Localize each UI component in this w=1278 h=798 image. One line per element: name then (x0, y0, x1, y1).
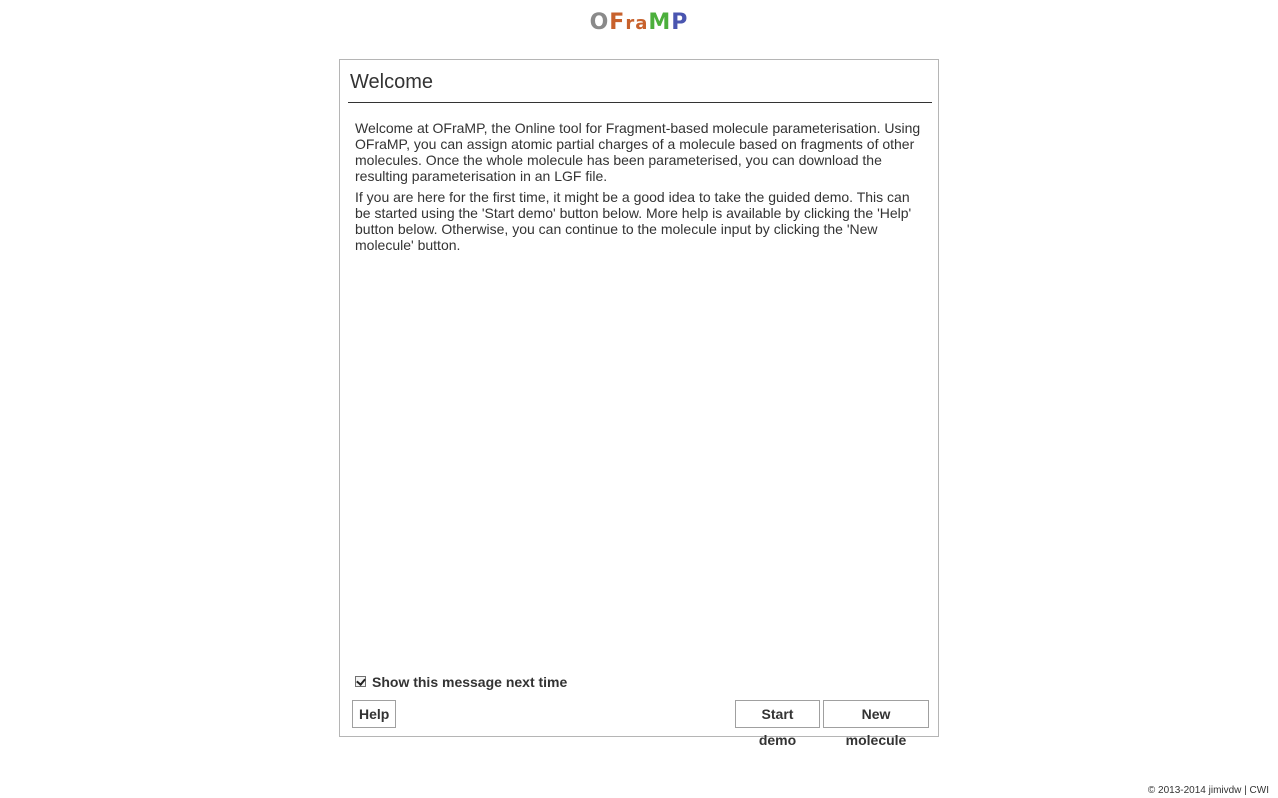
logo-letter-r: r (625, 13, 636, 34)
new-molecule-button[interactable]: New molecule (823, 700, 929, 748)
show-message-toggle[interactable]: Show this message next time (353, 674, 567, 690)
title-divider (348, 102, 932, 103)
start-demo-button[interactable]: Start demo (735, 700, 820, 748)
dialog-body: Welcome at OFraMP, the Online tool for F… (355, 120, 925, 258)
dialog-title: Welcome (350, 71, 433, 93)
logo-letter-a: a (635, 13, 649, 34)
logo-letter-f: F (609, 10, 626, 35)
logo-letter-p: P (671, 10, 689, 35)
help-paragraph: If you are here for the first time, it m… (355, 189, 912, 253)
logo-letter-m: M (648, 10, 672, 35)
intro-paragraph: Welcome at OFraMP, the Online tool for F… (355, 120, 921, 184)
logo-letter-o: O (589, 10, 610, 35)
welcome-dialog: Welcome Welcome at OFraMP, the Online to… (339, 59, 939, 748)
footer-copyright: © 2013-2014 jimivdw | CWI (1147, 785, 1269, 796)
app-logo: OFraMP (0, 10, 1278, 35)
help-button[interactable]: Help (352, 700, 396, 728)
show-message-checkbox[interactable] (355, 675, 366, 687)
show-message-label: Show this message next time (372, 674, 568, 690)
